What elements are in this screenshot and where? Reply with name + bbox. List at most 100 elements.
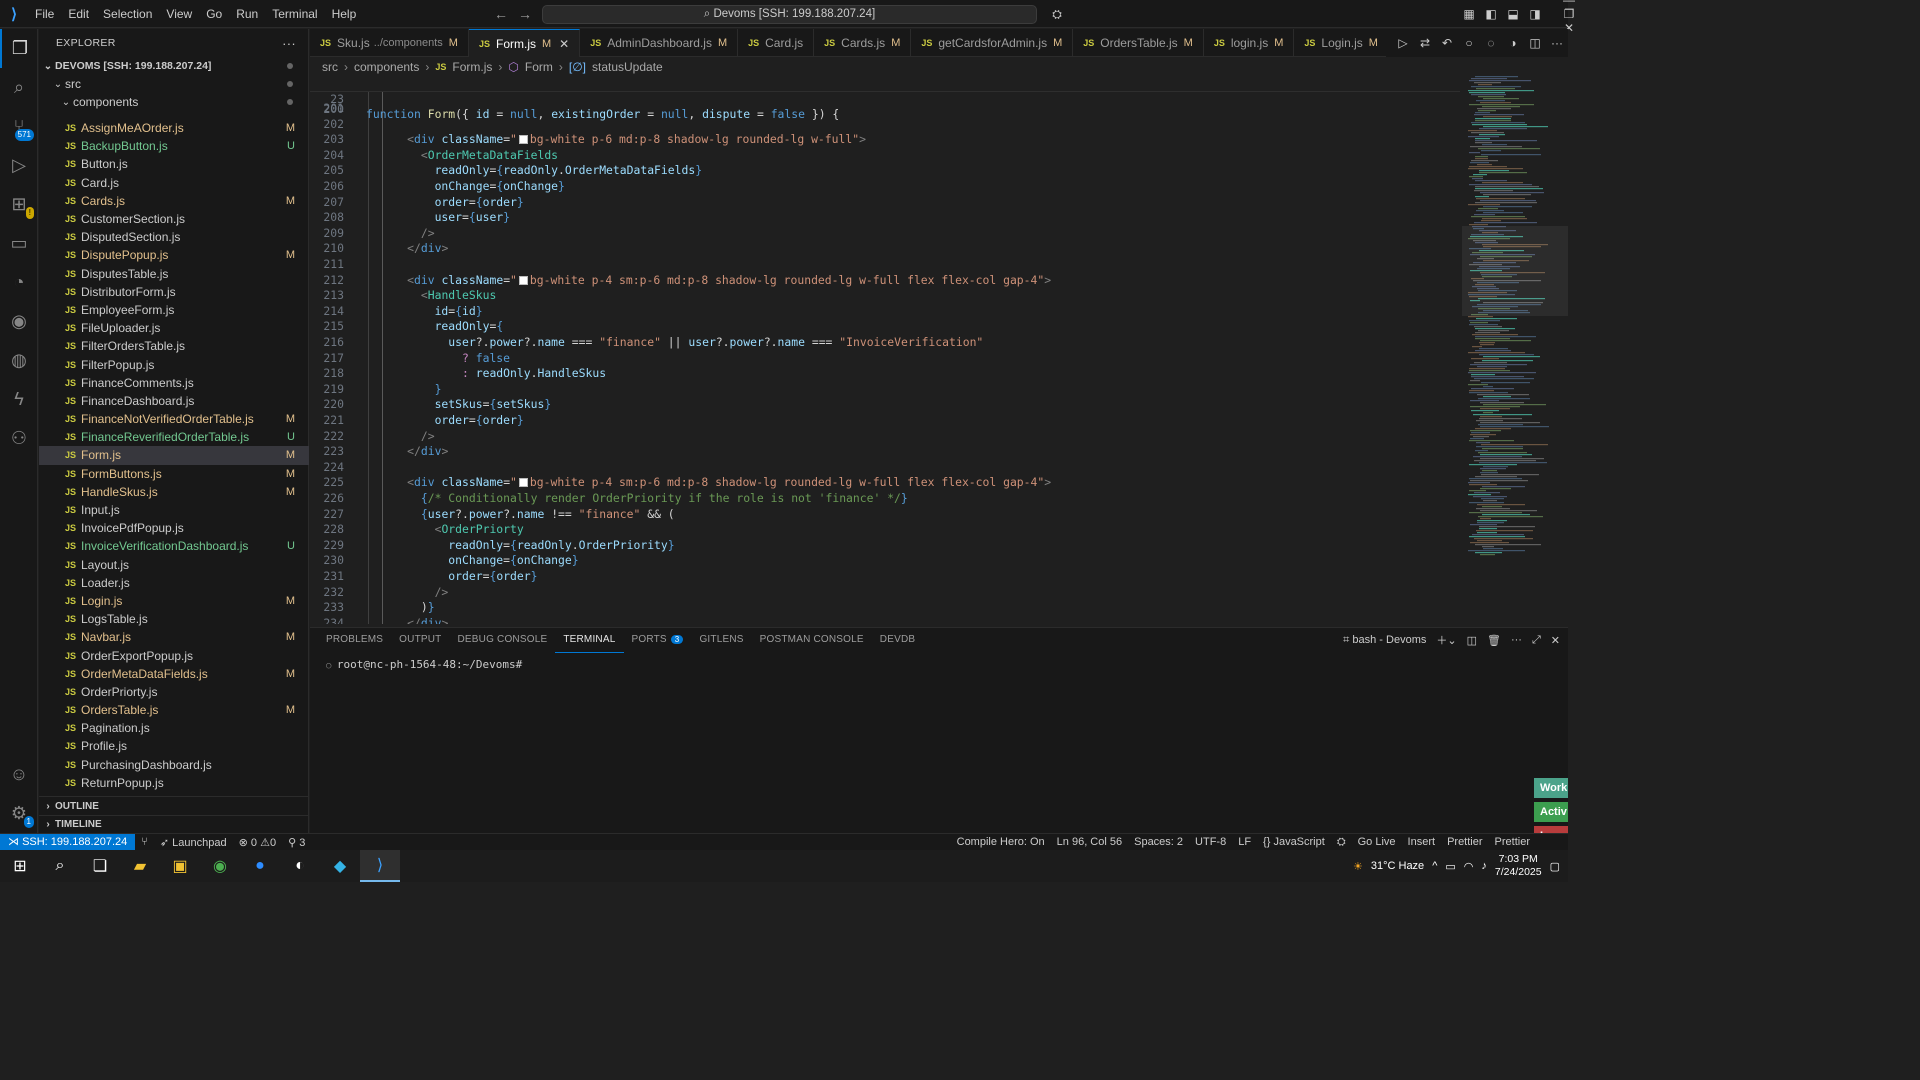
app-circle-icon[interactable]: ◐	[280, 850, 320, 882]
app-diamond-icon[interactable]: ◆	[320, 850, 360, 882]
more-actions-icon[interactable]: ···	[1511, 634, 1522, 646]
code-line[interactable]: 222 />	[310, 429, 1460, 445]
file-item[interactable]: JS Cards.js M	[39, 192, 309, 210]
file-item[interactable]: JS DisputePopup.js M	[39, 246, 309, 264]
code-line[interactable]: 208 user={user}	[310, 210, 1460, 226]
language-mode[interactable]: {} JavaScript	[1257, 836, 1331, 849]
file-item[interactable]: JS BackupButton.js U	[39, 137, 309, 155]
menu-edit[interactable]: Edit	[61, 0, 96, 28]
folder-src[interactable]: ⌄ src	[39, 75, 308, 93]
insert-mode[interactable]: Insert	[1402, 836, 1442, 849]
file-item[interactable]: JS Input.js	[39, 501, 309, 519]
minimap[interactable]	[1462, 76, 1568, 624]
close-tab-icon[interactable]: ✕	[559, 37, 569, 51]
file-item[interactable]: JS InvoiceVerificationDashboard.js U	[39, 537, 309, 555]
code-line[interactable]: 227 {user?.power?.name !== "finance" && …	[310, 507, 1460, 523]
file-item[interactable]: JS FormButtons.js M	[39, 465, 309, 483]
code-line[interactable]: 220 setSkus={setSkus}	[310, 397, 1460, 413]
cursor-position[interactable]: Ln 96, Col 56	[1051, 836, 1128, 849]
file-item[interactable]: JS CustomerSection.js	[39, 210, 309, 228]
database-icon[interactable]: ◍	[0, 341, 38, 380]
sticky-scroll-line[interactable]: 23 function Form({ id = null, existingOr…	[310, 76, 1460, 121]
file-explorer-icon[interactable]: ▰	[120, 850, 160, 882]
tab-postman-console[interactable]: POSTMAN CONSOLE	[752, 628, 872, 652]
file-item[interactable]: JS Loader.js	[39, 574, 309, 592]
start-windows-icon[interactable]: ⊞	[0, 850, 40, 882]
code-line[interactable]: 210 </div>	[310, 241, 1460, 257]
postman-icon[interactable]: ◉	[0, 302, 38, 341]
file-item[interactable]: JS FinanceReverifiedOrderTable.js U	[39, 428, 309, 446]
tab-output[interactable]: OUTPUT	[391, 628, 449, 652]
problems-status[interactable]: ⊗ 0 ⚠0	[233, 836, 282, 849]
run-icon[interactable]: ▷	[1392, 36, 1414, 50]
editor-tab[interactable]: JS OrdersTable.js M	[1073, 29, 1204, 57]
folder-components[interactable]: ⌄ components	[39, 93, 308, 111]
file-item[interactable]: JS EmployeeForm.js	[39, 301, 309, 319]
code-line[interactable]: 214 id={id}	[310, 304, 1460, 320]
indentation[interactable]: Spaces: 2	[1128, 836, 1189, 849]
code-line[interactable]: 207 order={order}	[310, 195, 1460, 211]
file-item[interactable]: JS Card.js	[39, 174, 309, 192]
go-live[interactable]: Go Live	[1352, 836, 1402, 849]
previous-change-icon[interactable]: ○	[1458, 36, 1480, 50]
copilot-icon[interactable]: ⛭	[1046, 7, 1068, 22]
store-icon[interactable]: ▣	[160, 850, 200, 882]
minimize-icon[interactable]: —	[1546, 0, 1592, 7]
more-actions-icon[interactable]: ···	[1546, 36, 1568, 50]
ports-status[interactable]: ⚲ 3	[282, 836, 311, 849]
menu-terminal[interactable]: Terminal	[265, 0, 324, 28]
file-item[interactable]: JS DisputesTable.js	[39, 265, 309, 283]
notifications-icon[interactable]: ▢	[1550, 860, 1560, 873]
code-line[interactable]: 205 readOnly={readOnly.OrderMetaDataFiel…	[310, 163, 1460, 179]
breadcrumb-components[interactable]: components	[354, 60, 419, 74]
code-line[interactable]: 217 ? false	[310, 351, 1460, 367]
compile-hero-status[interactable]: Compile Hero: On	[951, 836, 1051, 849]
breadcrumb-function[interactable]: Form	[525, 60, 553, 74]
end-of-line[interactable]: LF	[1232, 836, 1257, 849]
split-editor-icon[interactable]: ◫	[1524, 36, 1546, 50]
remote-indicator[interactable]: ⋊ SSH: 199.188.207.24	[0, 833, 136, 851]
chrome-icon[interactable]: ◉	[200, 850, 240, 882]
code-editor[interactable]: 23 function Form({ id = null, existingOr…	[310, 76, 1460, 624]
run-debug-icon[interactable]: ▷	[0, 146, 38, 185]
breadcrumb-symbol[interactable]: statusUpdate	[592, 60, 663, 74]
workspace-root[interactable]: ⌄ DEVOMS [SSH: 199.188.207.24]	[39, 57, 308, 75]
search-icon[interactable]: ⌕	[40, 850, 80, 882]
file-item[interactable]: JS ReturnPopup.js	[39, 774, 309, 792]
compare-icon[interactable]: ⇄	[1414, 36, 1436, 50]
maximize-panel-icon[interactable]: ⤢	[1532, 634, 1541, 647]
file-item[interactable]: JS Profile.js	[39, 737, 309, 755]
code-line[interactable]: 213 <HandleSkus	[310, 288, 1460, 304]
file-item[interactable]: JS FinanceComments.js	[39, 374, 309, 392]
menu-help[interactable]: Help	[325, 0, 364, 28]
file-item[interactable]: JS FilterPopup.js	[39, 355, 309, 373]
code-line[interactable]: 223 </div>	[310, 444, 1460, 460]
editor-tab[interactable]: JS Form.js M ✕	[468, 29, 581, 57]
code-line[interactable]: 215 readOnly={	[310, 319, 1460, 335]
explorer-icon[interactable]: ❐	[0, 29, 38, 68]
file-item[interactable]: JS Navbar.js M	[39, 628, 309, 646]
code-line[interactable]: 206 onChange={onChange}	[310, 179, 1460, 195]
revert-icon[interactable]: ↶	[1436, 36, 1458, 50]
python-icon[interactable]: ⚇	[0, 419, 38, 458]
prettier-status[interactable]: Prettier	[1441, 836, 1488, 849]
source-control-status-icon[interactable]: ⑂	[135, 836, 154, 848]
menu-go[interactable]: Go	[199, 0, 229, 28]
task-view-icon[interactable]: ❏	[80, 850, 120, 882]
tab-ports[interactable]: PORTS 3	[624, 628, 692, 652]
source-control-icon[interactable]: ⑂ 571	[0, 107, 38, 146]
file-item[interactable]: JS DisputedSection.js	[39, 228, 309, 246]
encoding[interactable]: UTF-8	[1189, 836, 1232, 849]
editor-tab[interactable]: JS login.js M	[1204, 29, 1295, 57]
menu-view[interactable]: View	[159, 0, 199, 28]
editor-tab[interactable]: JS AdminDashboard.js M	[580, 29, 739, 57]
file-item[interactable]: JS OrdersTable.js M	[39, 701, 309, 719]
zoom-icon[interactable]: ●	[240, 850, 280, 882]
kill-terminal-icon[interactable]: 🗑	[1487, 634, 1501, 647]
code-line[interactable]: 233 )}	[310, 600, 1460, 616]
editor-tab[interactable]: JS getCardsforAdmin.js M	[911, 29, 1074, 57]
editor-tab[interactable]: JS Sku.js ../components M	[310, 29, 469, 57]
file-item[interactable]: JS Button.js	[39, 155, 309, 173]
chevron-up-icon[interactable]: ^	[1432, 860, 1437, 872]
code-line[interactable]: 224	[310, 460, 1460, 476]
